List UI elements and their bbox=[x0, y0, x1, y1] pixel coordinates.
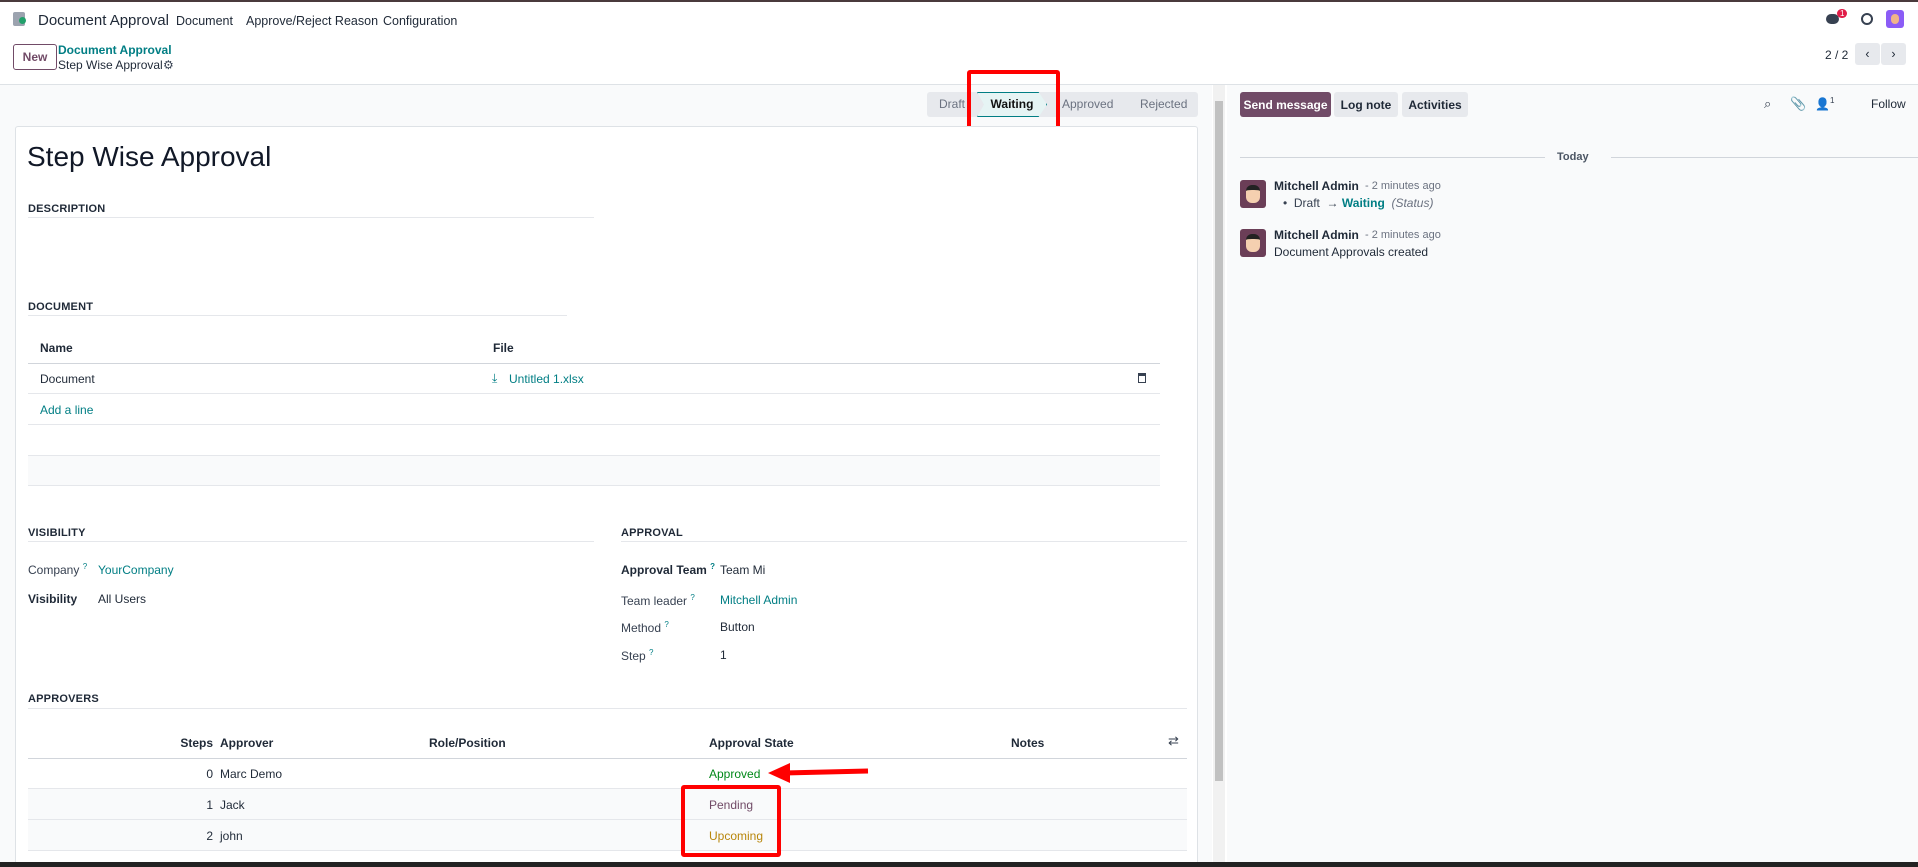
menu-configuration[interactable]: Configuration bbox=[383, 14, 457, 28]
app-title[interactable]: Document Approval bbox=[38, 12, 169, 29]
message-avatar[interactable] bbox=[1240, 180, 1266, 208]
pager-value[interactable]: 2 / 2 bbox=[1825, 48, 1848, 62]
approval-team-value[interactable]: Team Mi bbox=[720, 563, 765, 577]
chatter: Send message Log note Activities ⌕ 📎 👤1 … bbox=[1227, 85, 1918, 862]
col-name: Name bbox=[40, 341, 73, 355]
approver-row[interactable]: 1 Jack Pending bbox=[28, 789, 1187, 820]
message-time: - 2 minutes ago bbox=[1365, 180, 1441, 192]
breadcrumb-current: Step Wise Approval bbox=[58, 58, 163, 72]
menu-approve-reject-reason[interactable]: Approve/Reject Reason bbox=[246, 14, 378, 28]
record-title[interactable]: Step Wise Approval bbox=[27, 141, 271, 173]
gear-icon[interactable]: ⚙ bbox=[163, 58, 174, 72]
stage-draft[interactable]: Draft bbox=[939, 92, 965, 117]
team-leader-value[interactable]: Mitchell Admin bbox=[720, 593, 797, 607]
visibility-section: VISIBILITY bbox=[28, 527, 86, 539]
description-section: DESCRIPTION bbox=[28, 203, 106, 215]
approval-state: Approved bbox=[709, 767, 761, 781]
user-avatar[interactable] bbox=[1886, 10, 1904, 28]
message-avatar[interactable] bbox=[1240, 229, 1266, 257]
bottom-bar bbox=[0, 862, 1918, 867]
empty-row bbox=[28, 455, 1160, 486]
activities-button[interactable]: Activities bbox=[1402, 92, 1468, 117]
company-value[interactable]: YourCompany bbox=[98, 563, 174, 577]
breadcrumb-parent[interactable]: Document Approval bbox=[58, 43, 172, 57]
trash-icon[interactable] bbox=[1138, 373, 1146, 383]
approver-step: 0 bbox=[206, 767, 213, 781]
approver-name: john bbox=[220, 829, 243, 843]
col-approver: Approver bbox=[220, 736, 274, 750]
visibility-label: Visibility bbox=[28, 592, 78, 606]
chat-badge: 1 bbox=[1837, 9, 1848, 18]
stage-rejected[interactable]: Rejected bbox=[1140, 92, 1187, 117]
doc-row-name[interactable]: Document bbox=[40, 372, 95, 386]
download-icon[interactable]: ⤓ bbox=[492, 371, 497, 386]
method-value[interactable]: Button bbox=[720, 620, 755, 634]
approver-name: Jack bbox=[220, 798, 245, 812]
send-message-button[interactable]: Send message bbox=[1240, 92, 1331, 117]
date-separator: Today bbox=[1557, 151, 1589, 163]
pager-prev-button[interactable]: ‹ bbox=[1855, 43, 1880, 65]
top-navbar: Document Approval Document Approve/Rejec… bbox=[0, 0, 1918, 37]
company-label: Company ? bbox=[28, 562, 88, 577]
menu-document[interactable]: Document bbox=[176, 14, 233, 28]
clock-icon[interactable] bbox=[1861, 13, 1873, 25]
approval-team-label: Approval Team ? bbox=[621, 562, 716, 577]
message-body: Document Approvals created bbox=[1274, 245, 1429, 259]
col-notes: Notes bbox=[1011, 736, 1045, 750]
form-sheet: Step Wise Approval DESCRIPTION DOCUMENT … bbox=[15, 126, 1198, 866]
col-steps: Steps bbox=[180, 736, 213, 750]
document-section: DOCUMENT bbox=[28, 301, 94, 313]
message-author[interactable]: Mitchell Admin bbox=[1274, 179, 1359, 193]
approver-name: Marc Demo bbox=[220, 767, 283, 781]
control-panel: New Document Approval Step Wise Approval… bbox=[0, 37, 1918, 85]
approvers-section: APPROVERS bbox=[28, 693, 99, 705]
followers-icon[interactable]: 👤1 bbox=[1815, 96, 1834, 111]
follow-button[interactable]: Follow bbox=[1871, 97, 1906, 111]
approver-row[interactable]: 0 Marc Demo Approved bbox=[28, 758, 1187, 789]
stage-approved[interactable]: Approved bbox=[1062, 92, 1113, 117]
annotation-arrow bbox=[768, 763, 869, 783]
message-time: - 2 minutes ago bbox=[1365, 229, 1441, 241]
new-button[interactable]: New bbox=[13, 44, 57, 70]
approval-section: APPROVAL bbox=[621, 527, 683, 539]
doc-file-link[interactable]: Untitled 1.xlsx bbox=[509, 372, 584, 386]
approver-step: 2 bbox=[206, 829, 213, 843]
optional-columns-icon[interactable]: ⇄ bbox=[1168, 733, 1179, 749]
log-note-button[interactable]: Log note bbox=[1334, 92, 1398, 117]
col-file: File bbox=[493, 341, 514, 355]
approver-row[interactable]: 2 john Upcoming bbox=[28, 820, 1187, 851]
search-icon[interactable]: ⌕ bbox=[1764, 96, 1771, 112]
team-leader-label: Team leader ? bbox=[621, 593, 695, 608]
pager-next-button[interactable]: › bbox=[1881, 43, 1906, 65]
annotation-box-status bbox=[967, 70, 1060, 132]
approver-step: 1 bbox=[206, 798, 213, 812]
paperclip-icon[interactable]: 📎 bbox=[1790, 96, 1806, 112]
annotation-box-states bbox=[681, 785, 781, 857]
step-value: 1 bbox=[720, 648, 727, 662]
step-label: Step ? bbox=[621, 648, 654, 663]
scrollbar[interactable] bbox=[1213, 85, 1225, 862]
add-line-link[interactable]: Add a line bbox=[40, 403, 93, 417]
method-label: Method ? bbox=[621, 620, 669, 635]
message-author[interactable]: Mitchell Admin bbox=[1274, 228, 1359, 242]
col-approval-state: Approval State bbox=[709, 736, 794, 750]
app-icon[interactable] bbox=[13, 12, 26, 26]
col-role: Role/Position bbox=[429, 736, 506, 750]
visibility-value[interactable]: All Users bbox=[98, 592, 146, 606]
tracking-line: • Draft → Waiting (Status) bbox=[1283, 196, 1434, 210]
